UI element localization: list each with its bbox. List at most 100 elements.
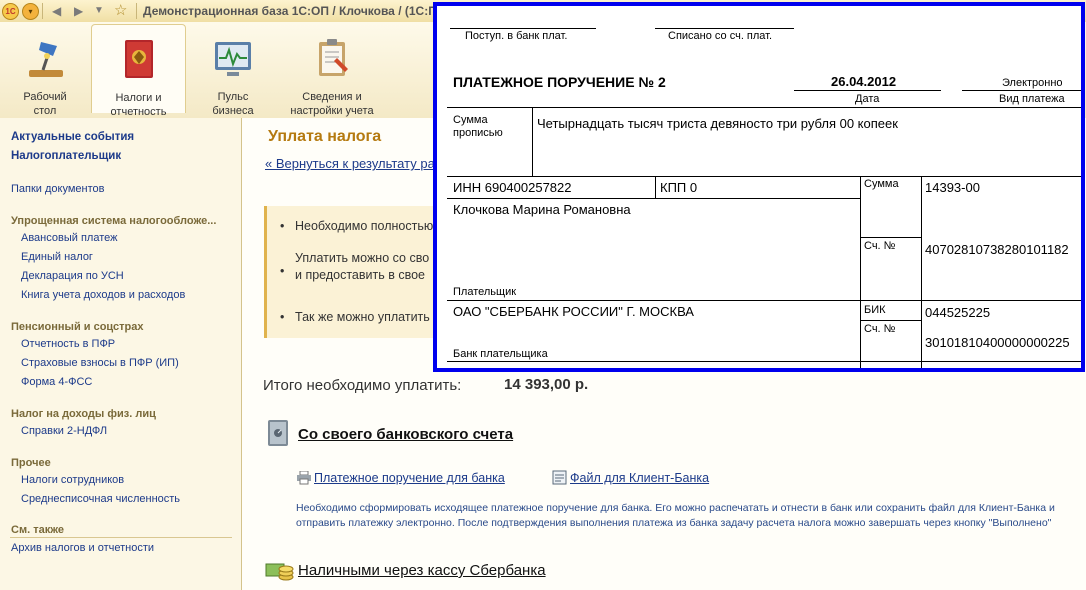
sidebar: Актуальные события Налогоплательщик Папк…	[0, 118, 242, 590]
total-label: Итого необходимо уплатить:	[263, 377, 462, 394]
notice-text: Необходимо полностью	[295, 219, 434, 233]
document-title: ПЛАТЕЖНОЕ ПОРУЧЕНИЕ № 2	[453, 74, 666, 90]
payment-order-document: Поступ. в банк плат. Списано со сч. плат…	[433, 2, 1085, 372]
cash-coins-icon	[265, 563, 294, 581]
sidebar-item[interactable]: Страховые взносы в ПФР (ИП)	[21, 357, 179, 369]
payer-label: Плательщик	[453, 286, 517, 298]
desk-lamp-icon	[29, 42, 63, 77]
bullet-dot: •	[280, 310, 285, 324]
divider	[860, 237, 921, 238]
payment-type-label: Вид платежа	[999, 93, 1065, 105]
sum-words-label: прописью	[453, 127, 503, 139]
sum-words-value: Четырнадцать тысяч триста девяносто три …	[537, 116, 898, 131]
clipboard-settings-icon	[319, 39, 348, 76]
tax-book-icon	[124, 40, 153, 78]
sidebar-item[interactable]: Декларация по УСН	[21, 270, 124, 282]
section-business-pulse[interactable]: Пульс бизнеса	[196, 30, 270, 118]
sidebar-section-see-also: См. также	[11, 524, 64, 536]
sidebar-item[interactable]: Единый налог	[21, 251, 93, 263]
sidebar-item[interactable]: Архив налогов и отчетности	[11, 542, 154, 554]
sidebar-section-usn: Упрощенная система налогообложе...	[11, 215, 217, 227]
notice-text: Так же можно уплатить	[295, 310, 430, 324]
payment-order-link[interactable]: Платежное поручение для банка	[314, 471, 505, 485]
page-title: Уплата налога	[268, 128, 382, 145]
notice-text: Уплатить можно со сво	[295, 251, 430, 265]
divider	[10, 537, 232, 538]
sidebar-item-taxpayer[interactable]: Налогоплательщик	[11, 150, 121, 162]
section-settings[interactable]: Сведения и настройки учета	[282, 30, 382, 118]
divider	[921, 176, 922, 368]
section-label: Налоги и отчетность	[110, 92, 167, 118]
pay-from-bank-account-link[interactable]: Со своего банковского счета	[298, 426, 513, 443]
sidebar-item[interactable]: Налоги сотрудников	[21, 474, 124, 486]
favorites-star-icon[interactable]: ☆	[114, 1, 127, 19]
sidebar-item-current-events[interactable]: Актуальные события	[11, 131, 134, 143]
received-label: Поступ. в банк плат.	[465, 30, 568, 42]
divider	[655, 176, 656, 198]
date-label: Дата	[855, 93, 880, 105]
bullet-dot: •	[280, 219, 285, 233]
payment-type: Электронно	[1002, 77, 1063, 89]
main-menu-icon[interactable]: ▾	[22, 3, 39, 20]
divider	[450, 28, 596, 29]
section-label: Пульс бизнеса	[212, 91, 254, 117]
sidebar-item-document-folders[interactable]: Папки документов	[11, 183, 104, 195]
payer-name: Клочкова Марина Романовна	[453, 202, 631, 217]
sidebar-item[interactable]: Форма 4-ФСС	[21, 376, 92, 388]
sidebar-item[interactable]: Авансовый платеж	[21, 232, 117, 244]
divider	[447, 107, 1081, 108]
instructions-text: Необходимо сформировать исходящее платеж…	[296, 502, 1055, 529]
file-icon	[552, 470, 567, 485]
total-value: 14 393,00 р.	[504, 376, 589, 393]
back-link[interactable]: « Вернуться к результату ра	[265, 156, 435, 171]
section-label: Сведения и настройки учета	[290, 91, 374, 117]
divider	[962, 90, 1081, 91]
corr-account-value: 30101810400000000225	[925, 335, 1070, 350]
notice-text: и предоставить в свое	[295, 268, 425, 282]
divider	[860, 176, 861, 368]
pulse-monitor-icon	[215, 42, 251, 76]
section-taxes[interactable]: Налоги и отчетность	[91, 24, 186, 118]
sidebar-item[interactable]: Справки 2-НДФЛ	[21, 425, 107, 437]
sidebar-section-ndfl: Налог на доходы физ. лиц	[11, 408, 156, 420]
divider	[447, 361, 1081, 362]
divider	[447, 198, 860, 199]
sum-label: Сумма	[864, 178, 899, 190]
divider	[136, 3, 137, 19]
divider	[447, 300, 1081, 301]
divider	[42, 3, 43, 19]
bik-value: 044525225	[925, 305, 991, 320]
bik-label: БИК	[864, 304, 886, 316]
section-desktop[interactable]: Рабочий стол	[10, 30, 80, 118]
divider	[860, 320, 921, 321]
back-arrow-icon[interactable]: ◀	[52, 3, 61, 19]
sum-words-label: Сумма	[453, 114, 488, 126]
bank-label: Банк плательщика	[453, 348, 548, 360]
1c-logo-icon[interactable]: 1C	[2, 3, 19, 20]
window-title: Демонстрационная база 1С:ОП / Клочкова /…	[143, 4, 459, 18]
sidebar-section-pension: Пенсионный и соцстрах	[11, 321, 144, 333]
divider	[655, 28, 794, 29]
kpp-field: КПП 0	[660, 180, 698, 195]
pay-cash-sberbank-link[interactable]: Наличными через кассу Сбербанка	[298, 562, 546, 579]
divider	[447, 176, 1081, 177]
forward-arrow-icon[interactable]: ▶	[74, 3, 83, 19]
sidebar-item[interactable]: Среднесписочная численность	[21, 493, 180, 505]
divider	[794, 90, 941, 91]
sidebar-item[interactable]: Отчетность в ПФР	[21, 338, 115, 350]
debited-label: Списано со сч. плат.	[668, 30, 773, 42]
history-dropdown-icon[interactable]: ▼	[94, 3, 104, 19]
sidebar-section-other: Прочее	[11, 457, 51, 469]
printer-icon	[297, 471, 311, 485]
bullet-dot: •	[280, 264, 285, 278]
client-bank-file-link[interactable]: Файл для Клиент-Банка	[570, 471, 709, 485]
corr-account-label: Сч. №	[864, 323, 896, 335]
sum-value: 14393-00	[925, 180, 980, 195]
sidebar-item[interactable]: Книга учета доходов и расходов	[21, 289, 185, 301]
account-value: 40702810738280101182	[925, 242, 1069, 257]
section-label: Рабочий стол	[23, 91, 67, 117]
safe-icon	[268, 420, 288, 446]
account-label: Сч. №	[864, 240, 896, 252]
inn-field: ИНН 690400257822	[453, 180, 572, 195]
document-date: 26.04.2012	[831, 74, 897, 89]
